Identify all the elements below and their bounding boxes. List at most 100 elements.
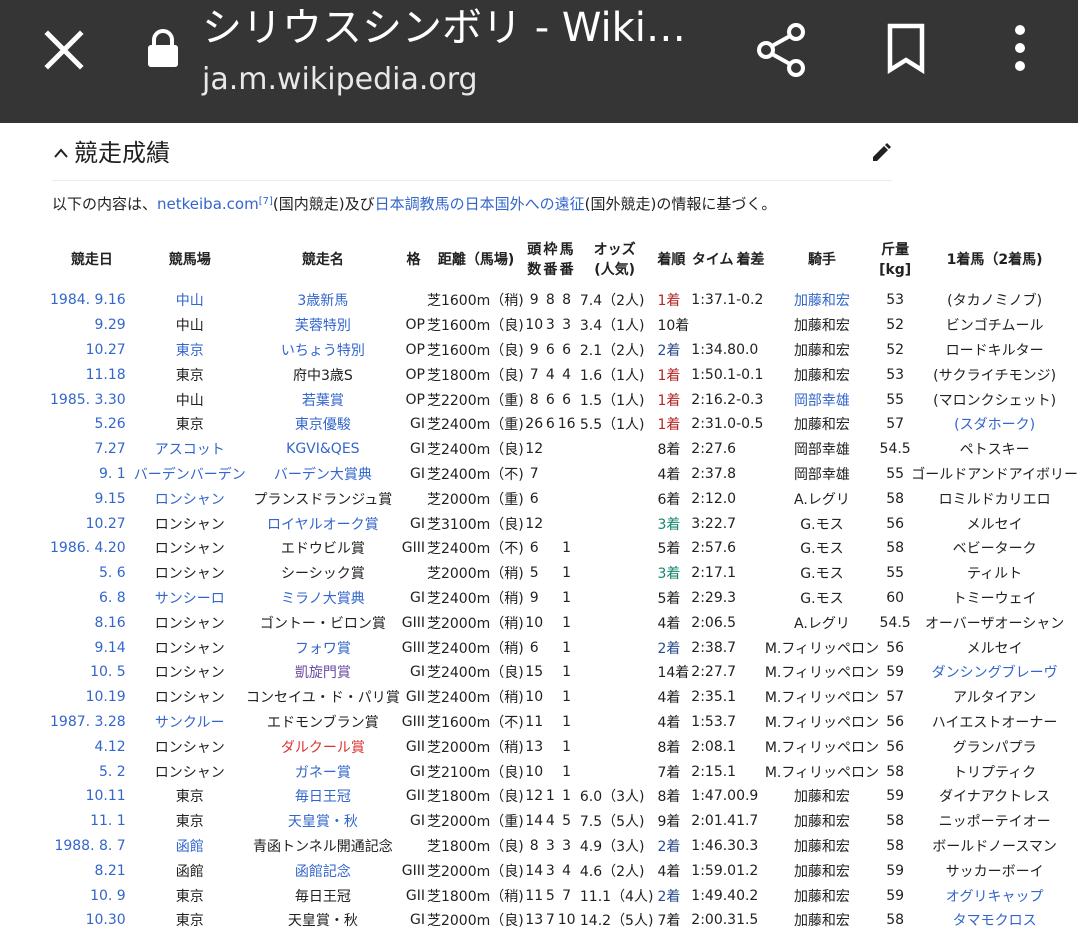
finish-cell: 5着 bbox=[657, 590, 681, 607]
race-name-cell[interactable]: ダルクール賞 bbox=[246, 734, 400, 759]
date-cell[interactable]: 10.27 bbox=[50, 338, 134, 363]
date-cell[interactable]: 9.15 bbox=[50, 486, 134, 511]
jockey-cell: A.レグリ bbox=[794, 491, 850, 508]
jockey-cell[interactable]: 加藤和宏 bbox=[765, 288, 879, 313]
weight-cell: 59 bbox=[886, 887, 905, 904]
date-cell[interactable]: 7.27 bbox=[50, 437, 134, 462]
course-cell[interactable]: アスコット bbox=[134, 437, 246, 462]
race-name-cell[interactable]: フォワ賞 bbox=[246, 635, 400, 660]
date-cell[interactable]: 5. 2 bbox=[50, 759, 134, 784]
distance-cell: 芝2400m（重) bbox=[426, 417, 524, 434]
date-cell[interactable]: 9.14 bbox=[50, 635, 134, 660]
share-icon[interactable] bbox=[756, 22, 808, 78]
course-cell[interactable]: 東京 bbox=[134, 338, 246, 363]
grade-cell: GI bbox=[409, 416, 425, 433]
race-name-cell[interactable]: ミラノ大賞典 bbox=[246, 586, 400, 611]
date-cell[interactable]: 8.21 bbox=[50, 858, 134, 883]
more-options-icon[interactable] bbox=[1006, 22, 1034, 74]
course-cell[interactable]: ロンシャン bbox=[134, 486, 246, 511]
date-cell[interactable]: 1986. 4.20 bbox=[50, 536, 134, 561]
reference-link[interactable]: [7] bbox=[259, 196, 273, 207]
course-cell[interactable]: バーデンバーデン bbox=[134, 462, 246, 487]
race-name-cell[interactable]: ガネー賞 bbox=[246, 759, 400, 784]
time-cell: 2:38.7 bbox=[691, 639, 737, 656]
date-cell[interactable]: 1988. 8. 7 bbox=[50, 834, 134, 859]
date-cell[interactable]: 1985. 3.30 bbox=[50, 387, 134, 412]
close-icon[interactable] bbox=[42, 28, 86, 72]
race-name-cell[interactable]: 3歳新馬 bbox=[246, 288, 400, 313]
date-cell[interactable]: 11. 1 bbox=[50, 809, 134, 834]
course-cell[interactable]: 中山 bbox=[134, 288, 246, 313]
grade-cell: GI bbox=[409, 441, 425, 458]
gate-cell bbox=[543, 685, 557, 710]
race-name-cell[interactable]: 凱旋門賞 bbox=[246, 660, 400, 685]
date-cell[interactable]: 11.18 bbox=[50, 362, 134, 387]
gate-cell: 6 bbox=[545, 391, 555, 408]
date-cell[interactable]: 10. 5 bbox=[50, 660, 134, 685]
race-name-cell[interactable]: 若葉賞 bbox=[246, 387, 400, 412]
course-cell[interactable]: 函館 bbox=[134, 834, 246, 859]
horse-number-cell: 1 bbox=[562, 565, 572, 582]
lock-icon[interactable] bbox=[146, 28, 180, 68]
date-cell[interactable]: 1987. 3.28 bbox=[50, 710, 134, 735]
overseas-expedition-link[interactable]: 日本調教馬の日本国外への遠征 bbox=[375, 195, 585, 213]
date-cell[interactable]: 8.16 bbox=[50, 610, 134, 635]
bookmark-icon[interactable] bbox=[884, 22, 928, 74]
margin-cell bbox=[736, 759, 765, 784]
odds-cell: 5.5（1人) bbox=[579, 417, 645, 434]
horse-number-cell: 1 bbox=[562, 664, 572, 681]
field-size-cell: 14 bbox=[525, 813, 544, 830]
date-cell[interactable]: 9. 1 bbox=[50, 462, 134, 487]
netkeiba-link[interactable]: netkeiba.com bbox=[157, 195, 259, 213]
date-cell[interactable]: 4.12 bbox=[50, 734, 134, 759]
table-row: 9.29 中山 芙蓉特別 OP 芝1600m（良) 10 3 3 3.4（1人) 10着 加藤和宏 5… bbox=[50, 313, 1078, 338]
date-cell[interactable]: 10.11 bbox=[50, 784, 134, 809]
date-cell[interactable]: 10.19 bbox=[50, 685, 134, 710]
table-row: 8.16 ロンシャン ゴントー・ビロン賞 GIII 芝2000m（稍) 10 1 4着 2:06… bbox=[50, 610, 1078, 635]
jockey-cell[interactable]: 岡部幸雄 bbox=[765, 387, 879, 412]
race-name-cell[interactable]: 函館記念 bbox=[246, 858, 400, 883]
race-name-cell[interactable]: バーデン大賞典 bbox=[246, 462, 400, 487]
horse-number-cell: 1 bbox=[562, 540, 572, 557]
winner-cell[interactable]: (スダホーク) bbox=[911, 412, 1078, 437]
race-name-cell[interactable]: 天皇賞・秋 bbox=[246, 809, 400, 834]
date-cell[interactable]: 5. 6 bbox=[50, 561, 134, 586]
date-cell[interactable]: 9.29 bbox=[50, 313, 134, 338]
winner-cell: サッカーボーイ bbox=[945, 863, 1044, 880]
race-name-cell[interactable]: KGVI&QES bbox=[246, 437, 400, 462]
page-url: ja.m.wikipedia.org bbox=[202, 62, 478, 97]
gate-cell: 3 bbox=[545, 862, 555, 879]
distance-cell: 芝2000m（重) bbox=[426, 814, 524, 831]
field-size-cell: 12 bbox=[525, 441, 544, 458]
distance-cell: 芝2400m（稍) bbox=[426, 590, 524, 607]
date-cell[interactable]: 1984. 9.16 bbox=[50, 288, 134, 313]
jockey-cell: G.モス bbox=[800, 516, 844, 533]
date-cell[interactable]: 5.26 bbox=[50, 412, 134, 437]
race-name-cell[interactable]: ロイヤルオーク賞 bbox=[246, 511, 400, 536]
date-cell[interactable]: 10.30 bbox=[50, 908, 134, 933]
section-header[interactable]: 競走成績 bbox=[52, 132, 892, 181]
winner-cell[interactable]: ダンシングブレーヴ bbox=[911, 660, 1078, 685]
header-distance: 距離（馬場) bbox=[437, 252, 515, 268]
finish-cell: 1着 bbox=[657, 293, 681, 310]
race-name-cell[interactable]: 芙蓉特別 bbox=[246, 313, 400, 338]
time-cell: 1:37.1 bbox=[691, 292, 737, 309]
date-cell[interactable]: 10.27 bbox=[50, 511, 134, 536]
race-name-cell[interactable]: いちょう特別 bbox=[246, 338, 400, 363]
winner-cell[interactable]: タマモクロス bbox=[911, 908, 1078, 933]
gate-cell: 5 bbox=[545, 887, 555, 904]
date-cell[interactable]: 6. 8 bbox=[50, 586, 134, 611]
winner-cell[interactable]: オグリキャップ bbox=[911, 883, 1078, 908]
course-cell[interactable]: サンクルー bbox=[134, 710, 246, 735]
course-cell[interactable]: サンシーロ bbox=[134, 586, 246, 611]
gate-cell: 4 bbox=[545, 813, 555, 830]
edit-pencil-icon[interactable] bbox=[870, 142, 892, 164]
jockey-cell: G.モス bbox=[800, 541, 844, 558]
chevron-up-icon[interactable] bbox=[52, 146, 70, 160]
distance-cell: 芝2000m（稍) bbox=[426, 566, 524, 583]
time-cell: 1:34.8 bbox=[691, 341, 737, 358]
race-name-cell[interactable]: 毎日王冠 bbox=[246, 784, 400, 809]
date-cell[interactable]: 10. 9 bbox=[50, 883, 134, 908]
race-name-cell[interactable]: 東京優駿 bbox=[246, 412, 400, 437]
grade-cell: GIII bbox=[401, 862, 425, 879]
